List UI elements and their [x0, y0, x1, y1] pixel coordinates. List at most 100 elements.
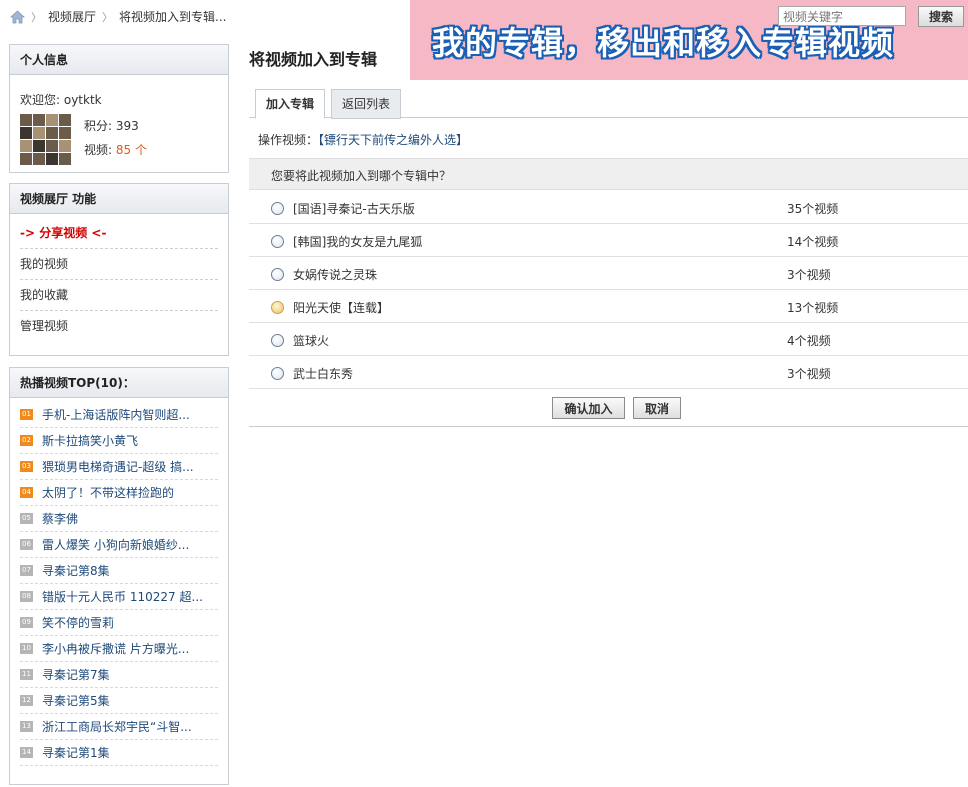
album-row[interactable]: [国语]寻秦记-古天乐版 35个视频: [249, 191, 968, 224]
rank-badge: 12: [20, 695, 33, 706]
top-bar: 〉 视频展厅 〉 将视频加入到专辑... 我的专辑，移出和移入专辑视频 搜索: [0, 0, 968, 80]
rank-badge: 09: [20, 617, 33, 628]
list-item[interactable]: 05 蔡李佛: [20, 506, 218, 532]
list-item-title[interactable]: 斯卡拉搞笑小黄飞: [42, 432, 138, 449]
top10-heading: 热播视频TOP(10)：: [10, 368, 228, 398]
list-item[interactable]: 11 寻秦记第7集: [20, 662, 218, 688]
home-icon[interactable]: [9, 9, 26, 24]
search-input[interactable]: [778, 6, 906, 26]
list-item-title[interactable]: 寻秦记第7集: [42, 666, 110, 683]
search-button[interactable]: 搜索: [918, 6, 964, 27]
album-name: [韩国]我的女友是九尾狐: [293, 235, 423, 249]
operation-video-link[interactable]: 【镖行天下前传之编外人选】: [318, 133, 468, 147]
rank-badge: 06: [20, 539, 33, 550]
action-bar: 确认加入 取消: [249, 395, 968, 427]
album-row[interactable]: 女娲传说之灵珠 3个视频: [249, 257, 968, 290]
album-row[interactable]: [韩国]我的女友是九尾狐 14个视频: [249, 224, 968, 257]
list-item-title[interactable]: 寻秦记第5集: [42, 692, 110, 709]
album-row[interactable]: 阳光天使【连载】 13个视频: [249, 290, 968, 323]
functions-heading: 视频展厅 功能: [10, 184, 228, 214]
album-count: 4个视频: [787, 334, 831, 348]
videos-label: 视频: 85 个: [84, 143, 147, 157]
list-item[interactable]: 10 李小冉被斥撒谎 片方曝光...: [20, 636, 218, 662]
breadcrumb-current: 将视频加入到专辑...: [119, 10, 227, 24]
album-row[interactable]: 篮球火 4个视频: [249, 323, 968, 356]
operation-label: 操作视频：: [258, 133, 319, 147]
album-name: 女娲传说之灵珠: [293, 268, 378, 282]
album-radio[interactable]: [271, 334, 284, 347]
cancel-button[interactable]: 取消: [633, 397, 681, 419]
album-list: [国语]寻秦记-古天乐版 35个视频 [韩国]我的女友是九尾狐 14个视频 女娲…: [249, 191, 968, 389]
list-item-title[interactable]: 笑不停的雪莉: [42, 614, 114, 631]
page-title: 将视频加入到专辑: [249, 50, 378, 69]
list-item[interactable]: 07 寻秦记第8集: [20, 558, 218, 584]
album-radio[interactable]: [271, 367, 284, 380]
album-radio[interactable]: [271, 268, 284, 281]
rank-badge: 14: [20, 747, 33, 758]
menu-item-share-video[interactable]: -> 分享视频 <-: [20, 218, 218, 249]
album-count: 14个视频: [787, 235, 839, 249]
list-item-title[interactable]: 雷人爆笑 小狗向新娘婚纱...: [42, 536, 189, 553]
avatar[interactable]: [20, 114, 71, 165]
points-label: 积分: 393: [84, 119, 139, 133]
list-item[interactable]: 12 寻秦记第5集: [20, 688, 218, 714]
list-item[interactable]: 02 斯卡拉搞笑小黄飞: [20, 428, 218, 454]
list-item-title[interactable]: 李小冉被斥撒谎 片方曝光...: [42, 640, 189, 657]
personal-info-panel: 个人信息 欢迎您: oytktk 积分: 393 视频: 85 个: [9, 44, 229, 173]
rank-badge: 13: [20, 721, 33, 732]
list-item[interactable]: 13 浙江工商局长郑宇民“斗智...: [20, 714, 218, 740]
rank-badge: 08: [20, 591, 33, 602]
list-item[interactable]: 04 太阴了！不带这样捡跑的: [20, 480, 218, 506]
list-item-title[interactable]: 蔡李佛: [42, 510, 78, 527]
rank-badge: 03: [20, 461, 33, 472]
rank-badge: 11: [20, 669, 33, 680]
chevron-right-icon: 〉: [102, 10, 114, 24]
menu-item-manage-videos[interactable]: 管理视频: [20, 311, 218, 342]
list-item[interactable]: 06 雷人爆笑 小狗向新娘婚纱...: [20, 532, 218, 558]
album-name: 阳光天使【连载】: [293, 301, 390, 315]
top10-panel: 热播视频TOP(10)： 01 手机-上海话版阵内智则超... 02 斯卡拉搞笑小黄…: [9, 367, 229, 785]
breadcrumb: 〉 视频展厅 〉 将视频加入到专辑...: [9, 8, 227, 25]
list-item[interactable]: 03 猥琐男电梯奇遇记-超级 搞...: [20, 454, 218, 480]
list-item-title[interactable]: 寻秦记第1集: [42, 744, 110, 761]
menu-item-my-favorites[interactable]: 我的收藏: [20, 280, 218, 311]
album-name: 武士白东秀: [293, 367, 354, 381]
welcome-text: 欢迎您: oytktk: [20, 93, 102, 107]
album-name: [国语]寻秦记-古天乐版: [293, 202, 415, 216]
confirm-add-button[interactable]: 确认加入: [552, 397, 625, 419]
list-item-title[interactable]: 手机-上海话版阵内智则超...: [42, 406, 190, 423]
breadcrumb-section[interactable]: 视频展厅: [48, 8, 96, 25]
album-radio[interactable]: [271, 202, 284, 215]
list-item-title[interactable]: 寻秦记第8集: [42, 562, 110, 579]
videos-count[interactable]: 85 个: [116, 143, 147, 157]
list-item[interactable]: 08 错版十元人民币 110227 超...: [20, 584, 218, 610]
rank-badge: 10: [20, 643, 33, 654]
rank-badge: 04: [20, 487, 33, 498]
chevron-right-icon: 〉: [31, 10, 42, 24]
personal-info-heading: 个人信息: [10, 45, 228, 75]
tab-add-to-album[interactable]: 加入专辑: [255, 89, 326, 119]
album-radio[interactable]: [271, 301, 284, 314]
list-item[interactable]: 01 手机-上海话版阵内智则超...: [20, 402, 218, 428]
list-item[interactable]: 09 笑不停的雪莉: [20, 610, 218, 636]
album-count: 3个视频: [787, 367, 831, 381]
album-row[interactable]: 武士白东秀 3个视频: [249, 356, 968, 389]
album-count: 35个视频: [787, 202, 839, 216]
operation-line: 操作视频：【镖行天下前传之编外人选】: [258, 131, 468, 148]
list-item[interactable]: 14 寻秦记第1集: [20, 740, 218, 766]
menu-item-my-videos[interactable]: 我的视频: [20, 249, 218, 280]
album-name: 篮球火: [293, 334, 330, 348]
album-count: 13个视频: [787, 301, 839, 315]
album-radio[interactable]: [271, 235, 284, 248]
rank-badge: 01: [20, 409, 33, 420]
tab-back-to-list[interactable]: 返回列表: [331, 89, 402, 119]
album-count: 3个视频: [787, 268, 831, 282]
rank-badge: 07: [20, 565, 33, 576]
list-item-title[interactable]: 猥琐男电梯奇遇记-超级 搞...: [42, 458, 194, 475]
list-item-title[interactable]: 浙江工商局长郑宇民“斗智...: [42, 718, 192, 735]
rank-badge: 02: [20, 435, 33, 446]
list-item-title[interactable]: 太阴了！不带这样捡跑的: [42, 484, 174, 501]
album-question: 您要将此视频加入到哪个专辑中？: [249, 158, 968, 190]
list-item-title[interactable]: 错版十元人民币 110227 超...: [42, 588, 203, 605]
tab-bar: 加入专辑 返回列表: [249, 86, 968, 119]
